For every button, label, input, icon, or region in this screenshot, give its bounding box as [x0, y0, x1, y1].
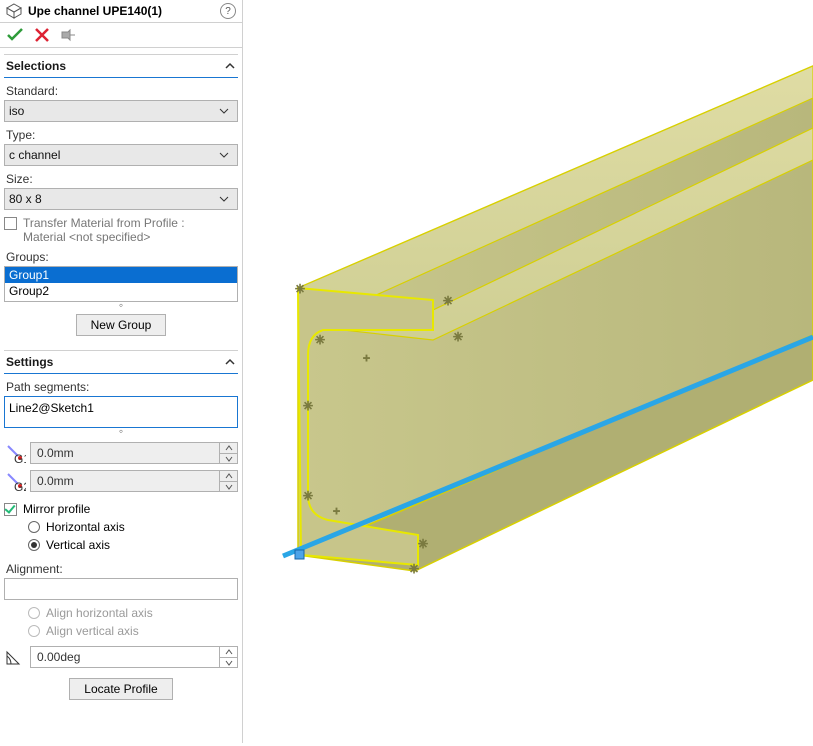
help-icon[interactable]: ? [220, 3, 236, 19]
panel-header: Upe channel UPE140(1) ? [0, 0, 242, 23]
chevron-down-icon [219, 194, 229, 204]
svg-text:G2: G2 [14, 480, 26, 492]
g1-row: G1 0.0mm [4, 442, 238, 464]
groups-list[interactable]: Group1 Group2 [4, 266, 238, 302]
svg-text:+: + [363, 351, 370, 365]
spin-down-icon[interactable] [219, 481, 237, 491]
resize-handle-icon[interactable]: ◦ [4, 302, 238, 310]
svg-text:✳: ✳ [303, 399, 313, 413]
svg-text:✳: ✳ [409, 562, 419, 576]
3d-viewport[interactable]: ✳ ✳ ✳ ✳ ✳ ✳ + + ✳ ✳ [243, 0, 813, 743]
mirror-profile-row[interactable]: Mirror profile [4, 502, 238, 516]
svg-text:+: + [333, 504, 340, 518]
chevron-down-icon [219, 150, 229, 160]
alignment-label: Alignment: [6, 562, 238, 576]
svg-text:✳: ✳ [315, 333, 325, 347]
spin-up-icon[interactable] [219, 471, 237, 481]
spin-down-icon[interactable] [219, 657, 237, 667]
panel-title: Upe channel UPE140(1) [28, 4, 162, 18]
panel-body: Selections Standard: iso Type: c channel… [0, 48, 242, 743]
ok-icon[interactable] [6, 26, 24, 44]
group-item[interactable]: Group2 [5, 283, 237, 299]
section-header-selections[interactable]: Selections [4, 54, 238, 78]
svg-text:✳: ✳ [295, 282, 305, 296]
mirror-vertical-radio[interactable]: Vertical axis [28, 538, 238, 552]
g2-input[interactable]: 0.0mm [30, 470, 238, 492]
locate-profile-button[interactable]: Locate Profile [69, 678, 172, 700]
standard-select[interactable]: iso [4, 100, 238, 122]
new-group-button[interactable]: New Group [76, 314, 167, 336]
action-bar [0, 23, 242, 48]
groups-label: Groups: [6, 250, 238, 264]
group-item[interactable]: Group1 [5, 267, 237, 283]
svg-text:✳: ✳ [303, 489, 313, 503]
standard-label: Standard: [6, 84, 238, 98]
rotation-angle-icon [4, 646, 26, 668]
section-header-settings[interactable]: Settings [4, 350, 238, 374]
transfer-material-checkbox[interactable] [4, 217, 17, 230]
properties-panel: Upe channel UPE140(1) ? Selections Stand… [0, 0, 243, 743]
model-render: ✳ ✳ ✳ ✳ ✳ ✳ + + ✳ ✳ [243, 0, 813, 743]
svg-text:✳: ✳ [418, 537, 428, 551]
svg-text:G1: G1 [14, 452, 26, 464]
g2-row: G2 0.0mm [4, 470, 238, 492]
g2-icon: G2 [4, 470, 26, 492]
path-segments-label: Path segments: [6, 380, 238, 394]
feature-cube-icon [6, 3, 22, 19]
spin-down-icon[interactable] [219, 453, 237, 463]
chevron-down-icon [219, 106, 229, 116]
rotation-row: 0.00deg [4, 646, 238, 668]
align-horizontal-radio: Align horizontal axis [28, 606, 238, 620]
cancel-icon[interactable] [34, 27, 50, 43]
pushpin-icon[interactable] [60, 27, 76, 43]
rotation-input[interactable]: 0.00deg [30, 646, 238, 668]
type-select[interactable]: c channel [4, 144, 238, 166]
size-select[interactable]: 80 x 8 [4, 188, 238, 210]
svg-text:✳: ✳ [443, 294, 453, 308]
spin-up-icon[interactable] [219, 443, 237, 453]
spin-up-icon[interactable] [219, 647, 237, 657]
align-vertical-radio: Align vertical axis [28, 624, 238, 638]
g1-icon: G1 [4, 442, 26, 464]
resize-handle-icon[interactable]: ◦ [4, 428, 238, 436]
svg-text:✳: ✳ [453, 330, 463, 344]
type-label: Type: [6, 128, 238, 142]
size-label: Size: [6, 172, 238, 186]
mirror-horizontal-radio[interactable]: Horizontal axis [28, 520, 238, 534]
chevron-up-icon [224, 356, 236, 368]
alignment-input[interactable] [4, 578, 238, 600]
chevron-up-icon [224, 60, 236, 72]
g1-input[interactable]: 0.0mm [30, 442, 238, 464]
transfer-material-row[interactable]: Transfer Material from Profile : Materia… [4, 216, 238, 244]
mirror-profile-checkbox[interactable] [4, 503, 17, 516]
